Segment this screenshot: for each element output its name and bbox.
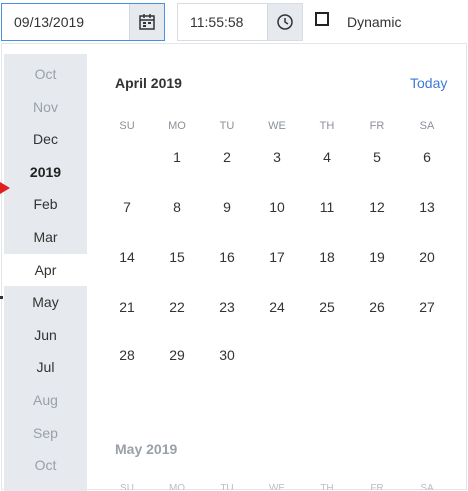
month-item[interactable]: Feb bbox=[4, 188, 87, 220]
month-item[interactable]: Mar bbox=[4, 221, 87, 253]
day-cell[interactable]: 15 bbox=[162, 247, 192, 267]
weekday-header: FR bbox=[369, 120, 385, 132]
day-cell[interactable]: 11 bbox=[312, 197, 342, 217]
arrow-icon bbox=[0, 182, 10, 194]
next-month-title: May 2019 bbox=[115, 441, 178, 457]
today-link[interactable]: Today bbox=[410, 75, 447, 91]
weekday-header: WE bbox=[268, 120, 286, 132]
day-cell[interactable]: 30 bbox=[212, 345, 242, 365]
day-cell[interactable]: 16 bbox=[212, 247, 242, 267]
day-cell[interactable]: 20 bbox=[412, 247, 442, 267]
month-item[interactable]: Apr bbox=[4, 253, 87, 286]
month-item[interactable]: Jul bbox=[4, 351, 87, 383]
next-weekday-header: SA bbox=[420, 483, 434, 490]
day-cell[interactable]: 19 bbox=[362, 247, 392, 267]
day-cell[interactable]: 5 bbox=[362, 147, 392, 167]
day-cell[interactable]: 17 bbox=[262, 247, 292, 267]
month-list: Oct Nov Dec 2019 Feb Mar Apr May Jun Jul Aug Sep Oct bbox=[4, 54, 87, 491]
day-cell[interactable]: 18 bbox=[312, 247, 342, 267]
date-input[interactable] bbox=[2, 4, 130, 40]
month-title: April 2019 bbox=[115, 75, 182, 91]
day-cell[interactable]: 10 bbox=[262, 197, 292, 217]
weekday-header: SU bbox=[119, 120, 135, 132]
clock-icon bbox=[277, 14, 293, 30]
month-item[interactable]: Jun bbox=[4, 319, 87, 351]
day-cell[interactable]: 6 bbox=[412, 147, 442, 167]
dynamic-label: Dynamic bbox=[347, 14, 402, 30]
dynamic-checkbox[interactable] bbox=[315, 12, 329, 26]
next-weekday-header: WE bbox=[268, 483, 286, 490]
day-cell[interactable]: 22 bbox=[162, 297, 192, 317]
weekday-header: TU bbox=[219, 120, 235, 132]
weekday-header: MO bbox=[168, 120, 186, 132]
day-cell[interactable]: 23 bbox=[212, 297, 242, 317]
day-cell[interactable]: 25 bbox=[312, 297, 342, 317]
calendar-button[interactable] bbox=[129, 4, 164, 40]
date-field[interactable] bbox=[1, 3, 165, 41]
next-weekday-header: MO bbox=[168, 483, 186, 490]
day-cell[interactable]: 1 bbox=[162, 147, 192, 167]
month-item[interactable]: Sep bbox=[4, 417, 87, 449]
calendar-icon bbox=[139, 14, 155, 30]
weekday-header: TH bbox=[319, 120, 335, 132]
day-cell[interactable]: 7 bbox=[112, 197, 142, 217]
time-input[interactable] bbox=[178, 4, 268, 40]
weekday-header: SA bbox=[419, 120, 435, 132]
day-cell[interactable]: 28 bbox=[112, 345, 142, 365]
day-cell[interactable]: 27 bbox=[412, 297, 442, 317]
day-cell[interactable]: 24 bbox=[262, 297, 292, 317]
time-field[interactable] bbox=[177, 3, 303, 41]
month-item[interactable]: Aug bbox=[4, 384, 87, 416]
day-cell[interactable]: 13 bbox=[412, 197, 442, 217]
day-cell[interactable]: 29 bbox=[162, 345, 192, 365]
day-cell[interactable]: 26 bbox=[362, 297, 392, 317]
month-item[interactable]: Dec bbox=[4, 123, 87, 155]
year-item[interactable]: 2019 bbox=[4, 156, 87, 188]
day-cell[interactable]: 14 bbox=[112, 247, 142, 267]
clock-button[interactable] bbox=[267, 4, 302, 40]
day-cell[interactable]: 8 bbox=[162, 197, 192, 217]
day-cell[interactable]: 3 bbox=[262, 147, 292, 167]
month-item[interactable]: Oct bbox=[4, 58, 87, 90]
day-cell[interactable]: 12 bbox=[362, 197, 392, 217]
month-item[interactable]: May bbox=[4, 286, 87, 318]
day-cell[interactable]: 21 bbox=[112, 297, 142, 317]
next-weekday-header: TH bbox=[320, 483, 334, 490]
next-weekday-header: FR bbox=[370, 483, 384, 490]
day-cell[interactable]: 4 bbox=[312, 147, 342, 167]
month-item[interactable]: Nov bbox=[4, 91, 87, 123]
datepicker-popup: Oct Nov Dec 2019 Feb Mar Apr May Jun Jul Aug Sep Oct… bbox=[1, 43, 467, 491]
month-item[interactable]: Oct bbox=[4, 449, 87, 481]
next-weekday-header: SU bbox=[120, 483, 134, 490]
marker-dot bbox=[0, 296, 3, 299]
day-cell[interactable]: 2 bbox=[212, 147, 242, 167]
next-weekday-header: TU bbox=[220, 483, 234, 490]
day-cell[interactable]: 9 bbox=[212, 197, 242, 217]
